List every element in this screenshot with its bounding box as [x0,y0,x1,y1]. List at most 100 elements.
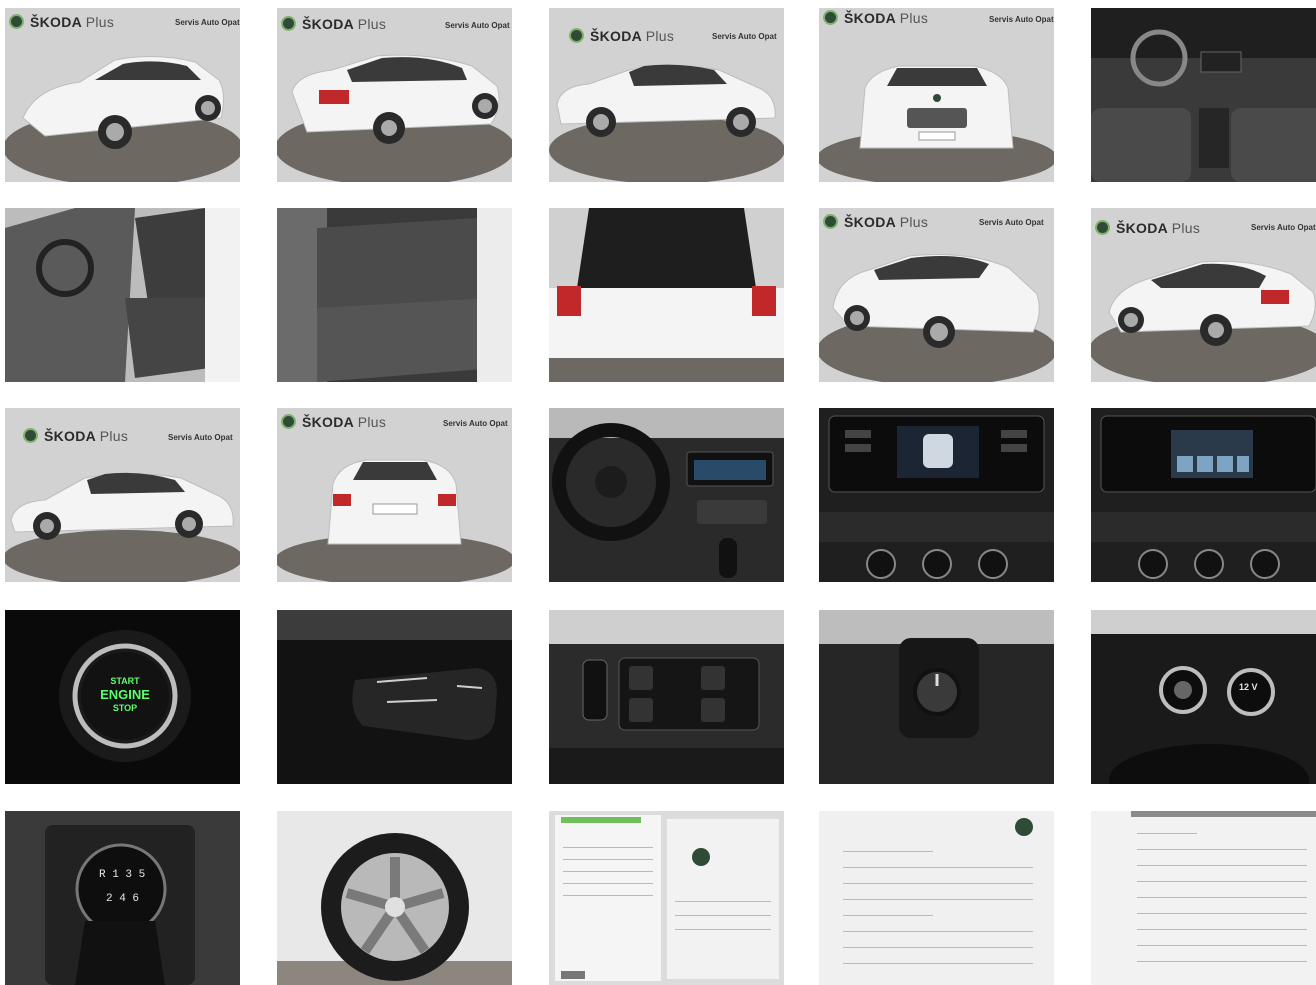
brand-logo: ŠKODA Plus [823,10,928,26]
skoda-logo-icon [823,10,838,25]
brand-suffix: Plus [1171,220,1201,236]
brand-suffix: Plus [899,10,929,26]
brand-logo: ŠKODA Plus [1095,220,1200,236]
thumbnail-dashboard[interactable] [1091,8,1316,182]
photo-gallery: ŠKODA Plus Servis Auto Opat ŠKODA Plus S… [0,0,1316,985]
thumbnail-side-left-2[interactable]: ŠKODA Plus Servis Auto Opat [5,408,240,582]
skoda-logo-icon [281,16,296,31]
thumbnail-window-switches[interactable] [549,610,784,784]
brand-suffix: Plus [357,414,387,430]
thumbnail-front-right[interactable]: ŠKODA Plus Servis Auto Opat [819,208,1054,382]
skoda-logo-icon [9,14,24,29]
dealer-name: Servis Auto Opat [175,18,240,27]
brand-suffix: Plus [357,16,387,32]
document-photo [819,811,1054,985]
thumbnail-gear-knob[interactable]: R 1 3 5 2 4 6 [5,811,240,985]
brand-name: ŠKODA [844,214,896,230]
skoda-logo-icon [281,414,296,429]
interior-photo [819,610,1054,784]
thumbnail-rear-left[interactable]: ŠKODA Plus Servis Auto Opat [277,8,512,182]
socket-label: 12 V [1239,682,1258,692]
document-line [1137,881,1307,882]
document-line [843,899,1033,900]
brand-name: ŠKODA [590,28,642,44]
brand-name: ŠKODA [44,428,96,444]
document-line [563,883,653,884]
car-photo [819,8,1054,182]
document-line [843,867,1033,868]
document-line [1137,897,1307,898]
car-photo [5,8,240,182]
brand-logo: ŠKODA Plus [281,16,386,32]
thumbnail-wiper-stalk[interactable] [277,610,512,784]
dealer-name: Servis Auto Opat [1251,223,1316,232]
stop-label: STOP [112,703,138,713]
brand-name: ŠKODA [302,16,354,32]
brand-logo: ŠKODA Plus [823,214,928,230]
thumbnail-front-seats[interactable] [5,208,240,382]
interior-photo [1091,610,1316,784]
brand-logo: ŠKODA Plus [281,414,386,430]
dealer-name: Servis Auto Opat [445,21,510,30]
interior-photo [1091,408,1316,582]
thumbnail-front[interactable]: ŠKODA Plus Servis Auto Opat [819,8,1054,182]
brand-suffix: Plus [99,428,129,444]
thumbnail-rear[interactable]: ŠKODA Plus Servis Auto Opat [277,408,512,582]
skoda-logo-icon [1095,220,1110,235]
document-line [675,929,771,930]
brand-name: ŠKODA [1116,220,1168,236]
document-line [1137,913,1307,914]
engine-label: ENGINE [100,687,150,702]
document-photo [549,811,784,985]
brand-suffix: Plus [85,14,115,30]
gear-pattern-bottom: 2 4 6 [106,893,140,905]
interior-photo [549,610,784,784]
brand-name: ŠKODA [302,414,354,430]
thumbnail-front-left[interactable]: ŠKODA Plus Servis Auto Opat [5,8,240,182]
thumbnail-document-1[interactable] [819,811,1054,985]
document-line [843,883,1033,884]
document-line [1137,849,1307,850]
document-line [843,915,933,916]
thumbnail-12v-socket[interactable]: 12 V [1091,610,1316,784]
dealer-name: Servis Auto Opat [443,419,508,428]
document-line [563,847,653,848]
brand-name: ŠKODA [30,14,82,30]
thumbnail-service-book[interactable] [549,811,784,985]
interior-photo [277,208,512,382]
car-photo [277,811,512,985]
document-line [1137,929,1307,930]
thumbnail-infotainment-parking[interactable] [819,408,1054,582]
brand-logo: ŠKODA Plus [9,14,114,30]
thumbnail-side-left[interactable]: ŠKODA Plus Servis Auto Opat [549,8,784,182]
interior-photo [819,408,1054,582]
document-line [1137,865,1307,866]
thumbnail-wheel[interactable] [277,811,512,985]
document-line [843,947,1033,948]
dealer-name: Servis Auto Opat [168,433,233,442]
skoda-logo-icon [823,214,838,229]
thumbnail-mirror-control[interactable] [819,610,1054,784]
document-photo [1091,811,1316,985]
document-line [563,871,653,872]
car-photo [277,408,512,582]
gear-pattern-top: R 1 3 5 [99,869,146,881]
dealer-name: Servis Auto Opat [712,32,777,41]
document-line [563,859,653,860]
thumbnail-rear-right[interactable]: ŠKODA Plus Servis Auto Opat [1091,208,1316,382]
dealer-name: Servis Auto Opat [979,218,1044,227]
dealer-name: Servis Auto Opat [989,15,1054,24]
interior-photo [1091,8,1316,182]
thumbnail-steering-wheel[interactable] [549,408,784,582]
skoda-logo-icon [569,28,584,43]
interior-photo [549,408,784,582]
thumbnail-document-2[interactable] [1091,811,1316,985]
thumbnail-infotainment-menu[interactable] [1091,408,1316,582]
thumbnail-rear-seats[interactable] [277,208,512,382]
document-line [843,963,1033,964]
document-line [843,931,1033,932]
brand-logo: ŠKODA Plus [23,428,128,444]
thumbnail-trunk[interactable] [549,208,784,382]
thumbnail-start-button[interactable]: START ENGINE STOP [5,610,240,784]
brand-suffix: Plus [645,28,675,44]
